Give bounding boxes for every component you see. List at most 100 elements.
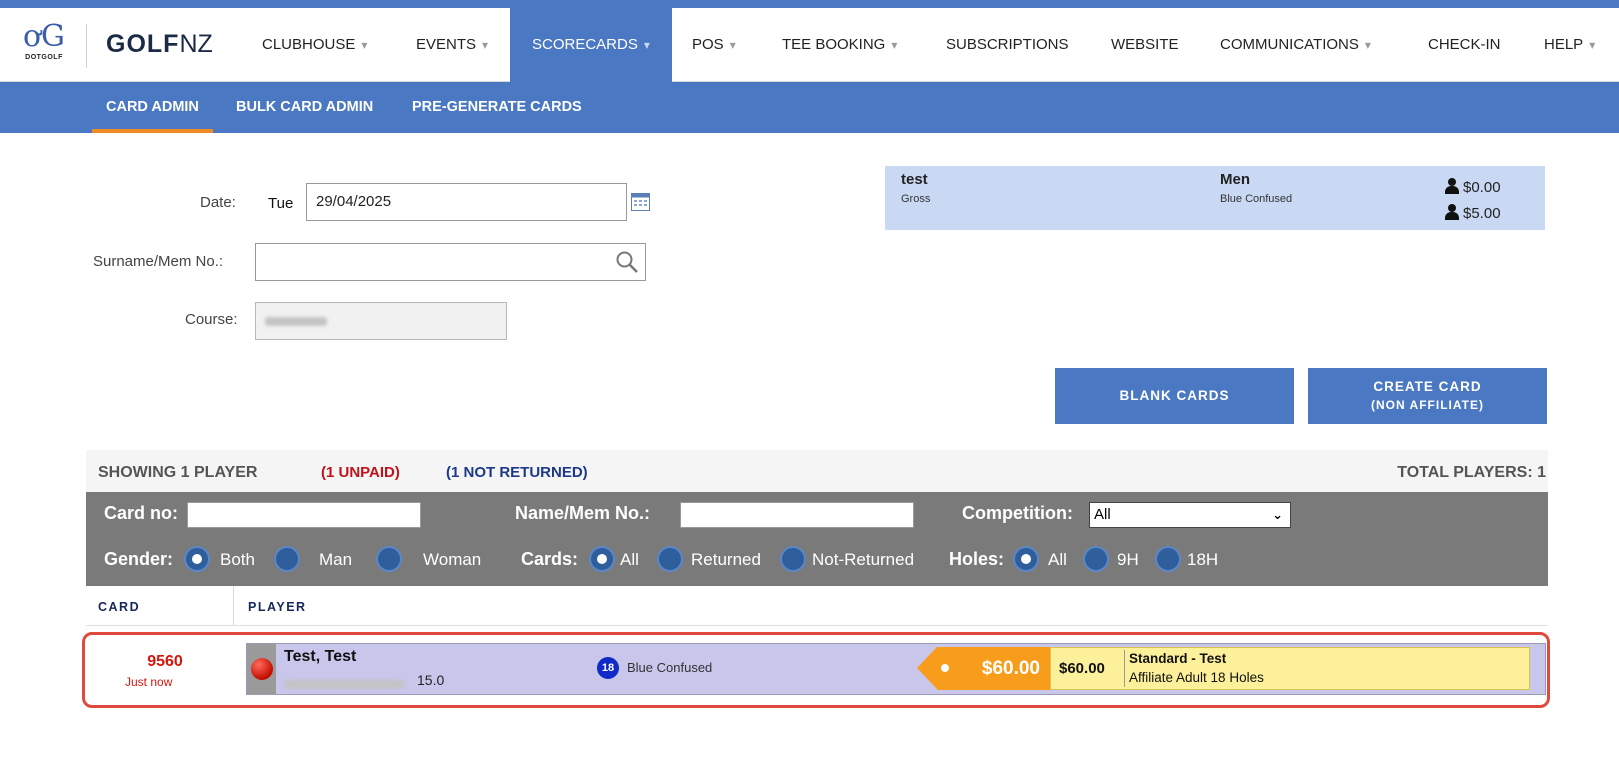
cards-option-not-returned[interactable]: Not-Returned xyxy=(812,550,914,570)
calendar-icon[interactable] xyxy=(631,193,650,211)
tab-bulk-card-admin[interactable]: BULK CARD ADMIN xyxy=(236,82,373,133)
chevron-down-icon: ▾ xyxy=(361,38,368,52)
nav-item-communications[interactable]: COMMUNICATIONS ▾ xyxy=(1220,8,1371,82)
nav-item-events[interactable]: EVENTS ▾ xyxy=(416,8,488,82)
holes-radio-18h[interactable] xyxy=(1155,546,1181,572)
create-card-button[interactable]: CREATE CARD (NON AFFILIATE) xyxy=(1308,368,1547,424)
member-price-value: $0.00 xyxy=(1463,179,1501,196)
holes-badge: 18 xyxy=(597,657,619,679)
dotgolf-logo-text: DOTGOLF xyxy=(25,54,63,61)
cards-radio-all[interactable] xyxy=(589,546,615,572)
player-name[interactable]: Test, Test xyxy=(284,648,356,666)
nav-item-help[interactable]: HELP ▾ xyxy=(1544,8,1595,82)
blank-cards-button[interactable]: BLANK CARDS xyxy=(1055,368,1294,424)
nav-label: TEE BOOKING xyxy=(782,36,886,53)
holes-option-18h[interactable]: 18H xyxy=(1187,550,1218,570)
holes-radio-9h[interactable] xyxy=(1083,546,1109,572)
dotgolf-logo[interactable]: ơG DOTGOLF xyxy=(18,20,70,72)
price-tag-value: $60.00 xyxy=(981,658,1040,679)
golfnz-logo-bold: GOLF xyxy=(106,30,180,58)
nav-item-website[interactable]: WEBSITE xyxy=(1111,8,1179,82)
fee-amount: $60.00 xyxy=(1059,660,1105,677)
nav-item-scorecards[interactable]: SCORECARDS ▾ xyxy=(510,8,672,82)
holes-option-9h[interactable]: 9H xyxy=(1117,550,1139,570)
competition-type: Gross xyxy=(901,193,931,205)
competition-summary-card[interactable]: test Gross Men Blue Confused $0.00 $5.00 xyxy=(885,166,1545,230)
drag-handle[interactable] xyxy=(247,644,276,694)
redacted-text xyxy=(284,680,404,690)
nav-label: POS xyxy=(692,36,724,53)
chevron-down-icon: ▾ xyxy=(482,38,489,52)
gender-option-woman[interactable]: Woman xyxy=(423,550,481,570)
price-tag-icon xyxy=(941,664,949,672)
dotgolf-logo-icon: ơG xyxy=(22,19,66,54)
unpaid-count[interactable]: (1 UNPAID) xyxy=(321,464,400,481)
holes-filter-label: Holes: xyxy=(949,549,1005,569)
nav-item-pos[interactable]: POS ▾ xyxy=(692,8,736,82)
holes-option-all[interactable]: All xyxy=(1048,550,1067,570)
competition-select[interactable]: All ⌄ xyxy=(1089,502,1291,528)
player-entry[interactable]: Test, Test 15.0 18 Blue Confused $60.00 … xyxy=(246,643,1546,695)
member-price: $0.00 xyxy=(1445,178,1501,196)
tab-card-admin[interactable]: CARD ADMIN xyxy=(92,82,213,133)
not-returned-count[interactable]: (1 NOT RETURNED) xyxy=(446,464,588,481)
column-header-player[interactable]: PLAYER xyxy=(248,600,307,614)
create-card-label: CREATE CARD xyxy=(1373,379,1482,394)
day-of-week: Tue xyxy=(268,195,294,212)
surname-input[interactable] xyxy=(255,243,646,281)
results-summary: SHOWING 1 PLAYER (1 UNPAID) (1 NOT RETUR… xyxy=(86,450,1548,492)
sub-navigation: CARD ADMIN BULK CARD ADMIN PRE-GENERATE … xyxy=(0,82,1619,133)
name-filter-label: Name/Mem No.: xyxy=(515,503,651,523)
name-filter-input[interactable] xyxy=(680,502,914,528)
column-header-card[interactable]: CARD xyxy=(98,600,140,614)
chevron-down-icon: ▾ xyxy=(1589,38,1596,52)
nav-label: WEBSITE xyxy=(1111,36,1179,53)
cards-radio-returned[interactable] xyxy=(657,546,683,572)
gender-radio-man[interactable] xyxy=(274,546,300,572)
top-accent-bar xyxy=(0,0,1619,8)
player-handicap: 15.0 xyxy=(417,672,445,688)
course-value-redacted xyxy=(265,316,327,326)
gender-filter-label: Gender: xyxy=(104,549,174,569)
fee-details[interactable]: $60.00 Standard - Test Affiliate Adult 1… xyxy=(1050,647,1530,690)
fee-divider xyxy=(1124,650,1125,687)
nav-item-tee-booking[interactable]: TEE BOOKING ▾ xyxy=(782,8,897,82)
price-tag[interactable]: $60.00 xyxy=(917,647,1050,690)
showing-count: SHOWING 1 PLAYER xyxy=(98,464,258,481)
nav-label: HELP xyxy=(1544,36,1584,53)
competition-name: test xyxy=(901,171,928,188)
gender-radio-woman[interactable] xyxy=(376,546,402,572)
golfnz-logo-light: NZ xyxy=(179,30,213,58)
chevron-down-icon: ▾ xyxy=(643,38,650,52)
card-no-input[interactable] xyxy=(187,502,421,528)
nav-label: CHECK-IN xyxy=(1428,36,1501,53)
gender-option-man[interactable]: Man xyxy=(319,550,352,570)
tab-pre-generate-cards[interactable]: PRE-GENERATE CARDS xyxy=(412,82,582,133)
chevron-down-icon: ▾ xyxy=(729,38,736,52)
chevron-down-icon: ⌄ xyxy=(1272,507,1283,522)
nav-label: SCORECARDS xyxy=(532,36,638,53)
logo-divider xyxy=(86,24,87,68)
nav-item-check-in[interactable]: CHECK-IN xyxy=(1428,8,1501,82)
competition-filter-label: Competition: xyxy=(962,503,1073,523)
table-row[interactable]: 9560 Just now Test, Test 15.0 18 Blue Co… xyxy=(82,632,1550,708)
column-divider xyxy=(233,586,234,626)
guest-price-value: $5.00 xyxy=(1463,205,1501,222)
holes-radio-all[interactable] xyxy=(1013,546,1039,572)
cards-option-returned[interactable]: Returned xyxy=(691,550,761,570)
course-field xyxy=(255,302,507,340)
gender-option-both[interactable]: Both xyxy=(220,550,255,570)
search-icon[interactable] xyxy=(615,250,639,274)
golfnz-logo: GOLFNZ xyxy=(106,30,213,59)
nav-item-subscriptions[interactable]: SUBSCRIPTIONS xyxy=(946,8,1069,82)
nav-item-clubhouse[interactable]: CLUBHOUSE ▾ xyxy=(262,8,367,82)
card-number[interactable]: 9560 xyxy=(139,653,191,671)
fee-title: Standard - Test xyxy=(1129,651,1227,666)
cards-option-all[interactable]: All xyxy=(620,550,639,570)
date-input[interactable]: 29/04/2025 xyxy=(306,183,627,221)
fee-description: Affiliate Adult 18 Holes xyxy=(1129,670,1264,685)
cards-radio-not-returned[interactable] xyxy=(780,546,806,572)
gender-radio-both[interactable] xyxy=(184,546,210,572)
unpaid-status-icon xyxy=(251,658,273,680)
chevron-down-icon: ▾ xyxy=(1364,38,1371,52)
